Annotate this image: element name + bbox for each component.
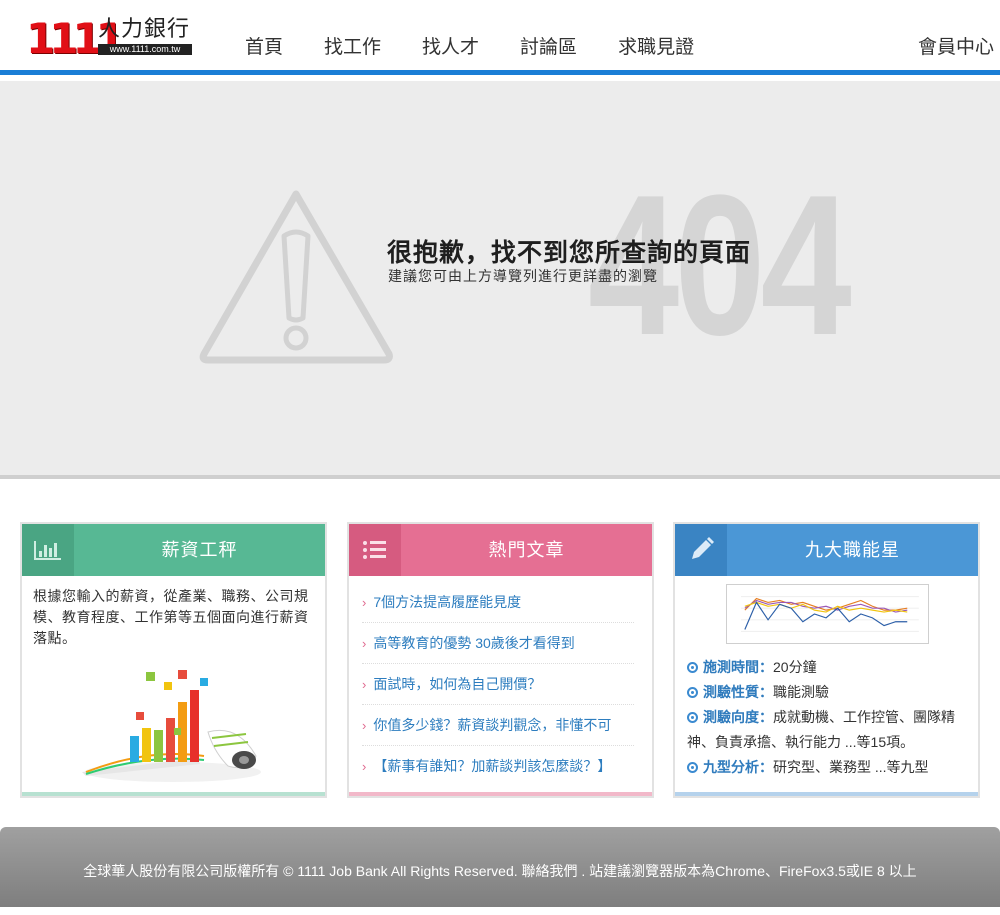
list-icon — [349, 524, 401, 576]
logo-url: www.1111.com.tw — [98, 44, 192, 55]
bar-chart-icon — [22, 524, 74, 576]
salary-illustration — [82, 670, 261, 782]
error-title: 很抱歉，找不到您所查詢的頁面 — [387, 239, 752, 267]
target-icon — [687, 662, 698, 673]
main-nav: 首頁 找工作 找人才 討論區 求職見證 — [245, 36, 735, 60]
nav-find-talent[interactable]: 找人才 — [422, 36, 479, 60]
nav-testimonials[interactable]: 求職見證 — [618, 36, 694, 60]
salary-card-description: 根據您輸入的薪資，從產業、職務、公司規模、教育程度、工作第等五個面向進行薪資落點… — [33, 588, 309, 646]
pencil-icon — [675, 524, 727, 576]
info-row: 施測時間：20分鐘 — [687, 655, 972, 680]
nine-stars-card-title: 九大職能星 — [805, 540, 900, 560]
articles-card-footer-bar — [349, 792, 652, 796]
article-link[interactable]: › 高等教育的優勢 30歲後才看得到 — [362, 623, 634, 664]
articles-card-title: 熱門文章 — [488, 540, 565, 560]
error-banner: 404 很抱歉，找不到您所查詢的頁面 建議您可由上方導覽列進行更詳盡的瀏覽 — [0, 81, 1000, 479]
chevron-right-icon: › — [362, 759, 367, 774]
nav-home[interactable]: 首頁 — [245, 36, 283, 60]
article-list: › 7個方法提高履歷能見度 › 高等教育的優勢 30歲後才看得到 › 面試時，如何為自… — [362, 582, 634, 787]
target-icon — [687, 687, 698, 698]
target-icon — [687, 762, 698, 773]
nine-stars-card-header[interactable]: 九大職能星 — [675, 524, 978, 576]
nine-stars-card-footer-bar — [675, 792, 978, 796]
chevron-right-icon: › — [362, 718, 367, 733]
site-logo[interactable]: 1111 人力銀行 www.1111.com.tw — [26, 17, 192, 61]
header-divider — [0, 70, 1000, 75]
copyright-text: 全球華人股份有限公司版權所有 © 1111 Job Bank All Right… — [83, 863, 917, 879]
error-subtitle: 建議您可由上方導覽列進行更詳盡的瀏覽 — [388, 268, 658, 284]
assessment-info: 施測時間：20分鐘 測驗性質：職能測驗 測驗向度：成就動機、工作控管、團隊精神、… — [687, 655, 972, 780]
target-icon — [687, 712, 698, 723]
nine-stars-card[interactable]: 九大職能星 施測時間：20分鐘 測驗性質：職能測驗 測驗向度：成就動機、工作控管… — [673, 522, 980, 798]
info-row: 測驗性質：職能測驗 — [687, 680, 972, 705]
info-row: 九型分析：研究型、業務型 ...等九型 — [687, 755, 972, 780]
chevron-right-icon: › — [362, 636, 367, 651]
article-link[interactable]: › 7個方法提高履歷能見度 — [362, 582, 634, 623]
article-link[interactable]: › 【薪事有誰知？加薪談判該怎麼談？】 — [362, 746, 634, 787]
feature-cards: 薪資工秤 根據您輸入的薪資，從產業、職務、公司規模、教育程度、工作第等五個面向進… — [20, 522, 980, 798]
chevron-right-icon: › — [362, 595, 367, 610]
articles-card: 熱門文章 › 7個方法提高履歷能見度 › 高等教育的優勢 30歲後才看得到 › 面試時… — [347, 522, 654, 798]
nav-find-job[interactable]: 找工作 — [324, 36, 381, 60]
nav-forum[interactable]: 討論區 — [520, 36, 577, 60]
articles-card-header[interactable]: 熱門文章 — [349, 524, 652, 576]
chevron-right-icon: › — [362, 677, 367, 692]
salary-card-footer-bar — [22, 792, 325, 796]
article-link[interactable]: › 面試時，如何為自己開價？ — [362, 664, 634, 705]
salary-card-header[interactable]: 薪資工秤 — [22, 524, 325, 576]
salary-card-title: 薪資工秤 — [161, 540, 238, 560]
salary-card[interactable]: 薪資工秤 根據您輸入的薪資，從產業、職務、公司規模、教育程度、工作第等五個面向進… — [20, 522, 327, 798]
assessment-chart-thumbnail — [726, 584, 929, 644]
site-footer: 全球華人股份有限公司版權所有 © 1111 Job Bank All Right… — [0, 827, 1000, 907]
logo-brand: 人力銀行 — [98, 17, 191, 42]
warning-icon — [199, 190, 393, 364]
info-row: 測驗向度：成就動機、工作控管、團隊精神、負責承擔、執行能力 ...等15項。 — [687, 709, 955, 750]
site-header: 1111 人力銀行 www.1111.com.tw 首頁 找工作 找人才 討論區… — [0, 0, 1000, 70]
member-center-link[interactable]: 會員中心 — [918, 36, 994, 60]
article-link[interactable]: › 你值多少錢？薪資談判觀念，非懂不可 — [362, 705, 634, 746]
